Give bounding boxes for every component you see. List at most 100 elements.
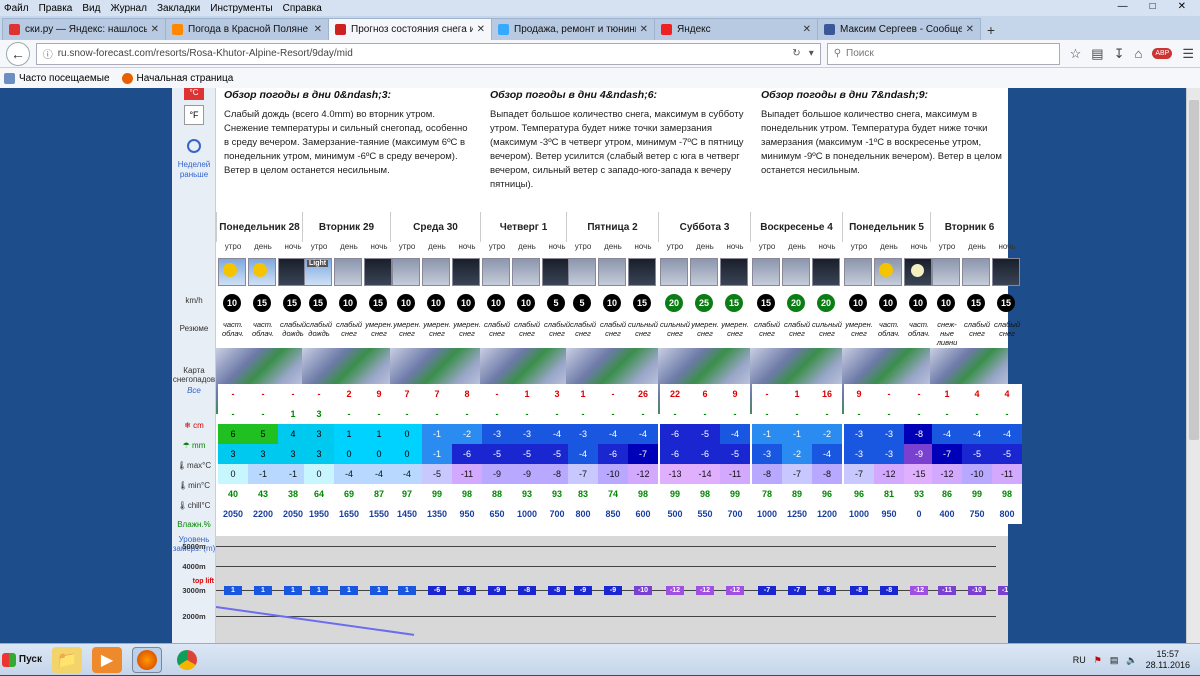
snow-cloud-icon xyxy=(422,258,450,286)
info-icon[interactable]: ⓘ xyxy=(43,46,53,61)
snow-value: - xyxy=(904,384,934,404)
freeze-level-value: 2200 xyxy=(248,504,278,524)
min-temp-value: -1 xyxy=(422,444,452,464)
download-icon[interactable]: ↧ xyxy=(1114,46,1125,62)
close-icon[interactable]: ✕ xyxy=(1178,1,1186,12)
min-temp-value: -7 xyxy=(628,444,658,464)
chrome-icon[interactable] xyxy=(172,647,202,673)
reload-icon[interactable]: ↻ xyxy=(792,48,800,59)
chill-temp-value: -12 xyxy=(874,464,904,484)
language-indicator[interactable]: RU xyxy=(1073,655,1086,665)
fahrenheit-button[interactable]: °F xyxy=(184,105,204,125)
freezing-level-chart: 1 1 1 1 1 1 1 -6 -8 -9 -8 -8 -9 -9 -10 -12 -12 -12 -7 -7 -8-… xyxy=(216,536,1008,643)
dropdown-icon[interactable]: ▾ xyxy=(809,48,814,59)
browser-tab[interactable]: Прогноз состояния снега и ... ✕ xyxy=(328,18,492,40)
day-header: Четверг 1 xyxy=(480,212,566,242)
search-input[interactable]: ⚲ Поиск xyxy=(826,42,1060,65)
flag-icon[interactable]: ⚑ xyxy=(1094,655,1102,666)
browser-tab[interactable]: Погода в Красной Поляне - ... ✕ xyxy=(165,18,329,40)
bookmark-home-page[interactable]: Начальная страница xyxy=(121,72,233,84)
weather-summary: част. облач. xyxy=(251,320,275,338)
chill-temp-value: -7 xyxy=(782,464,812,484)
snow-cloud-icon xyxy=(782,258,810,286)
tab-close-icon[interactable]: ✕ xyxy=(314,24,322,35)
min-temp-value: 0 xyxy=(364,444,394,464)
week-earlier-link[interactable]: Неделей раньше xyxy=(174,160,214,180)
maximize-icon[interactable]: □ xyxy=(1150,1,1156,12)
scrollbar-thumb[interactable] xyxy=(1189,100,1199,440)
tab-close-icon[interactable]: ✕ xyxy=(151,24,159,35)
tab-title: ски.ру — Яндекс: нашлось ... xyxy=(25,24,147,35)
rain-value: 3 xyxy=(304,404,334,424)
rain-value: - xyxy=(598,404,628,424)
url-text[interactable]: ru.snow-forecast.com/resorts/Rosa-Khutor… xyxy=(58,48,785,59)
tab-close-icon[interactable]: ✕ xyxy=(966,24,974,35)
firefox-taskbar-icon[interactable] xyxy=(132,646,162,673)
snowmap-all-link[interactable]: Все xyxy=(172,386,216,395)
max-temp-value: -4 xyxy=(628,424,658,444)
chill-label: 🌡chill°C xyxy=(177,501,211,510)
bookmark-most-visited[interactable]: Часто посещаемые xyxy=(4,72,110,84)
back-button[interactable]: ← xyxy=(6,41,30,66)
menu-file[interactable]: Файл xyxy=(4,3,29,14)
celsius-button[interactable]: °C xyxy=(184,88,204,100)
freeze-level-value: 1000 xyxy=(752,504,782,524)
humidity-value: 74 xyxy=(598,484,628,504)
volume-icon[interactable]: 🔈 xyxy=(1126,655,1137,666)
menu-edit[interactable]: Правка xyxy=(39,3,73,14)
weather-summary: умерен. снег xyxy=(453,320,481,338)
browser-tab[interactable]: Продажа, ремонт и тюнинг ... ✕ xyxy=(491,18,655,40)
min-temp-value: -5 xyxy=(720,444,750,464)
menu-tools[interactable]: Инструменты xyxy=(210,3,272,14)
browser-tab[interactable]: Максим Сергеев - Сообщения ✕ xyxy=(817,18,981,40)
partly-cloudy-icon xyxy=(218,258,246,286)
max-temp-value: -4 xyxy=(720,424,750,444)
rain-value: - xyxy=(844,404,874,424)
min-temp-label: 🌡min°C xyxy=(177,481,211,490)
minimize-icon[interactable]: — xyxy=(1118,1,1128,12)
page-scrollbar[interactable] xyxy=(1186,88,1200,643)
tab-close-icon[interactable]: ✕ xyxy=(640,24,648,35)
snow-value: 6 xyxy=(690,384,720,404)
address-bar[interactable]: ⓘ ru.snow-forecast.com/resorts/Rosa-Khut… xyxy=(35,42,821,65)
browser-tab[interactable]: Яндекс ✕ xyxy=(654,18,818,40)
day-header: Среда 30 xyxy=(390,212,480,242)
menu-help[interactable]: Справка xyxy=(283,3,322,14)
system-tray: RU ⚑ ▤ 🔈 15:57 28.11.2016 xyxy=(1073,644,1190,676)
explorer-icon[interactable]: 📁 xyxy=(52,646,82,673)
adblock-icon[interactable]: ABP xyxy=(1152,48,1173,59)
snow-value: 22 xyxy=(660,384,690,404)
clock-icon[interactable] xyxy=(187,139,201,153)
freezing-temp-box: 1 xyxy=(284,586,302,595)
tab-favicon-icon xyxy=(661,24,672,35)
reading-list-icon[interactable]: ▤ xyxy=(1091,46,1103,62)
network-icon[interactable]: ▤ xyxy=(1110,655,1119,666)
snow-value: 16 xyxy=(812,384,842,404)
menu-bookmarks[interactable]: Закладки xyxy=(157,3,200,14)
menu-icon[interactable]: ☰ xyxy=(1182,46,1194,62)
browser-tab[interactable]: ски.ру — Яндекс: нашлось ... ✕ xyxy=(2,18,166,40)
tab-close-icon[interactable]: ✕ xyxy=(803,24,811,35)
tab-close-icon[interactable]: ✕ xyxy=(477,24,485,35)
tab-title: Продажа, ремонт и тюнинг ... xyxy=(514,24,636,35)
clock[interactable]: 15:57 28.11.2016 xyxy=(1146,649,1190,671)
snow-value: - xyxy=(248,384,278,404)
min-temp-value: -6 xyxy=(452,444,482,464)
max-temp-value: -3 xyxy=(482,424,512,444)
weather-summary: умерен. снег xyxy=(845,320,873,338)
snow-value: 7 xyxy=(422,384,452,404)
min-temp-value: -5 xyxy=(962,444,992,464)
weather-summary: умерен. снег xyxy=(423,320,451,338)
home-icon[interactable]: ⌂ xyxy=(1134,46,1142,61)
wind-arrow-icon: 10 xyxy=(849,294,867,312)
search-icon: ⚲ xyxy=(833,48,842,59)
star-icon[interactable]: ☆ xyxy=(1070,46,1082,62)
menu-history[interactable]: Журнал xyxy=(110,3,147,14)
max-temp-value: 1 xyxy=(364,424,394,444)
start-button[interactable]: Пуск xyxy=(2,647,42,673)
freeze-level-value: 500 xyxy=(660,504,690,524)
new-tab-button[interactable]: + xyxy=(980,20,1002,40)
menu-view[interactable]: Вид xyxy=(82,3,100,14)
media-player-icon[interactable]: ▶ xyxy=(92,646,122,673)
tab-favicon-icon xyxy=(9,24,20,35)
